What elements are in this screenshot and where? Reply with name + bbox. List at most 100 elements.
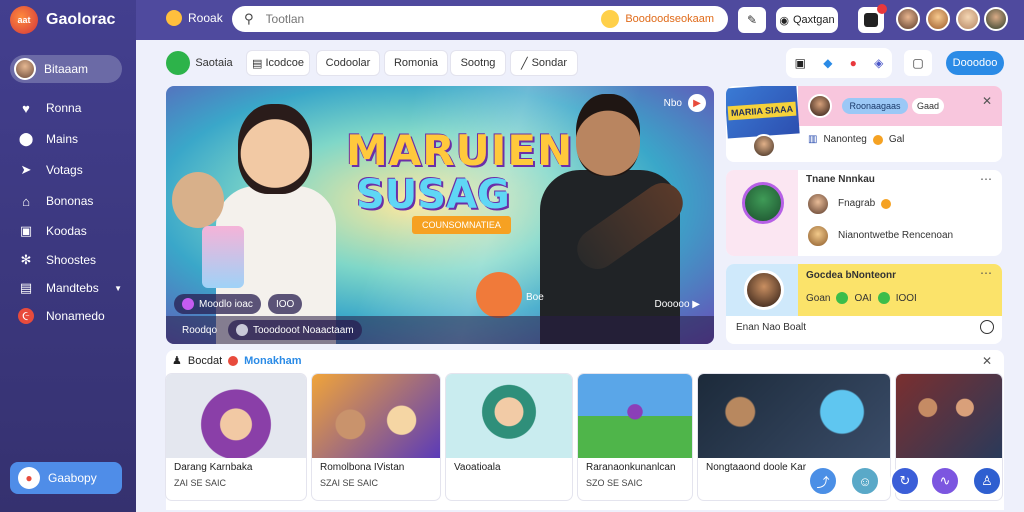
card-row: ▥ Nanonteg Gal [808,134,904,145]
chart-icon: ▥ [808,134,818,145]
sidebar-item-label: Votags [46,163,83,177]
search-bar[interactable]: ⚲ Boodoodseokaam [232,6,728,32]
video-title: Vaoatioala [454,462,501,473]
sidebar-item-shoostes[interactable]: ✻ Shoostes [18,249,128,271]
hero-bottom-text: Roodqo [182,324,218,336]
top-pill-label: Qaxtgan [793,14,835,26]
chevron-down-icon[interactable]: ▼ [114,284,122,293]
notification-badge [877,4,887,14]
action-button[interactable]: Dooodoo [946,51,1004,75]
subnav-item-sootng[interactable]: Sootng [450,50,506,76]
sidebar-item-bononas[interactable]: ⌂ Bononas [18,190,128,212]
share-icon[interactable]: ⤴ [808,466,838,496]
camera-icon[interactable]: ▣ [795,56,806,70]
subnav-label: Sootng [460,57,496,69]
hero-bottom-chip[interactable]: Tooodooot Noaactaam [228,320,362,340]
window-icon[interactable]: ▢ [904,50,932,76]
hero-tag: Boe [526,292,544,303]
video-title: Romolbona IVistan [320,462,405,473]
status-dot [836,292,849,304]
play-icon: ▶ [688,94,706,112]
shield-icon[interactable]: ◈ [874,56,883,70]
more-icon[interactable]: ⋯ [980,266,992,280]
feed-card-2[interactable]: Tnane Nnnkau ⋯ Fnagrab Nianontwetbe Renc… [726,170,1002,256]
avatar[interactable] [956,7,980,31]
sidebar-item-mandtebs[interactable]: ▤ Mandtebs ▼ [18,277,128,299]
clock-icon[interactable] [980,320,994,334]
hero-next-label: Dooooo [654,299,690,310]
face-icon [601,10,620,28]
sidebar-item-koodas[interactable]: ▣ Koodas [18,220,128,242]
recommendations-header: ♟ Bocdat Monakham [172,354,302,368]
hero-bottom-chip-label: Tooodooot Noaactaam [253,324,354,336]
hero-chip[interactable]: Moodlo ioac [174,294,261,314]
link-icon[interactable]: ∿ [930,466,960,496]
recommendations-accent[interactable]: Monakham [244,355,301,367]
avatar[interactable] [984,7,1008,31]
smile-icon[interactable]: ☺ [850,466,880,496]
card-row-suffix: Gal [888,134,905,145]
top-pill-button[interactable]: ◉ Qaxtgan [776,7,838,33]
sidebar-item-label: Mains [46,132,79,146]
video-tile[interactable]: Darang Karnbaka ZAI SE SAIC [166,374,306,500]
sidebar-bottom-button[interactable]: ● Gaabopy [10,462,122,494]
fire-icon[interactable]: ● [850,56,857,70]
video-tile[interactable]: Vaoatioala [446,374,572,500]
video-tile[interactable]: Romolbona IVistan SZAI SE SAIC [312,374,440,500]
refresh-icon[interactable]: ↻ [890,466,920,496]
avatar [752,134,776,158]
sidebar-item-mains[interactable]: ⬤ Mains [18,128,128,150]
status-dot [881,198,892,209]
tag-pill[interactable]: Gaad [912,98,944,114]
hero-person-right-head [576,94,640,176]
more-icon[interactable]: ⋯ [980,172,992,186]
subnav-label: Romonia [393,57,439,69]
video-tile[interactable]: Raranaonkunanlcan SZO SE SAIC [578,374,692,500]
user-profile-pill[interactable]: Bitaaam [10,55,122,83]
subnav-item-codoolar[interactable]: Codoolar [316,50,380,76]
sidebar-item-votags[interactable]: ➤ Votags [18,159,128,181]
subnav-item-icodcoe[interactable]: ▤ Icodcoe [246,50,310,76]
chat-icon: ● [18,467,40,489]
edit-icon[interactable]: ✎ [738,7,766,33]
search-chip[interactable]: Boodoodseokaam [601,10,714,28]
drop-icon[interactable]: ◆ [823,56,832,70]
search-input[interactable] [265,12,606,26]
hero-next-link[interactable]: Dooooo ▶ [655,299,701,310]
avatar[interactable] [896,7,920,31]
close-icon[interactable]: ✕ [982,354,992,368]
card-row-label: Nianontwetbe Rencenoan [838,230,954,241]
feed-card-3[interactable]: Gocdea bNonteonr ⋯ Goan OAI IOOI Enan Na… [726,264,1002,344]
brand-link[interactable]: Rooak [166,10,223,26]
card-row: Nianontwetbe Rencenoan [838,230,953,241]
tag-pill[interactable]: Roonaagaas [842,98,908,114]
logo-badge[interactable]: aat [10,6,38,34]
record-icon: ◉ [779,14,789,27]
search-icon: ⚲ [244,11,254,26]
avatar [742,182,784,224]
hero-chip-2[interactable]: IOO [268,294,303,314]
brand-label: Rooak [188,11,223,25]
sidebar-item-ronna[interactable]: ♥ Ronna [18,97,128,119]
video-thumbnail [698,374,890,458]
hero-corner[interactable]: Nbo ▶ [664,94,706,112]
user-icon[interactable]: ♙ [972,466,1002,496]
sidebar-bottom-label: Gaabopy [48,471,97,485]
folder-icon: ▤ [19,280,33,295]
subnav-item-romonia[interactable]: Romonia [384,50,448,76]
image-icon: ▣ [19,223,33,238]
heart-icon: ♥ [22,100,30,116]
close-icon[interactable]: ✕ [982,94,992,108]
sidebar-item-nonamedo[interactable]: ૯ Nonamedo [18,305,128,327]
subnav-item-saotaia[interactable]: Saotaia [166,50,236,76]
sidebar-item-label: Shoostes [46,253,97,267]
card-title: Gocdea bNonteonr [806,270,897,281]
person-icon: ♟ [172,355,182,367]
notification-button[interactable] [858,4,887,33]
card-footer: Enan Nao Boalt [736,322,806,333]
subnav-item-sondar[interactable]: ╱ Sondar [510,50,578,76]
pin-icon: ⬤ [18,131,34,146]
hero-banner[interactable]: MARUIEN SUSAG COUNSOMNATIEA Boe Nbo ▶ Do… [166,86,714,344]
feed-card-1[interactable]: MARIIA SIAAA Roonaagaas Gaad ✕ ▥ Nanonte… [726,86,1002,162]
avatar[interactable] [926,7,950,31]
